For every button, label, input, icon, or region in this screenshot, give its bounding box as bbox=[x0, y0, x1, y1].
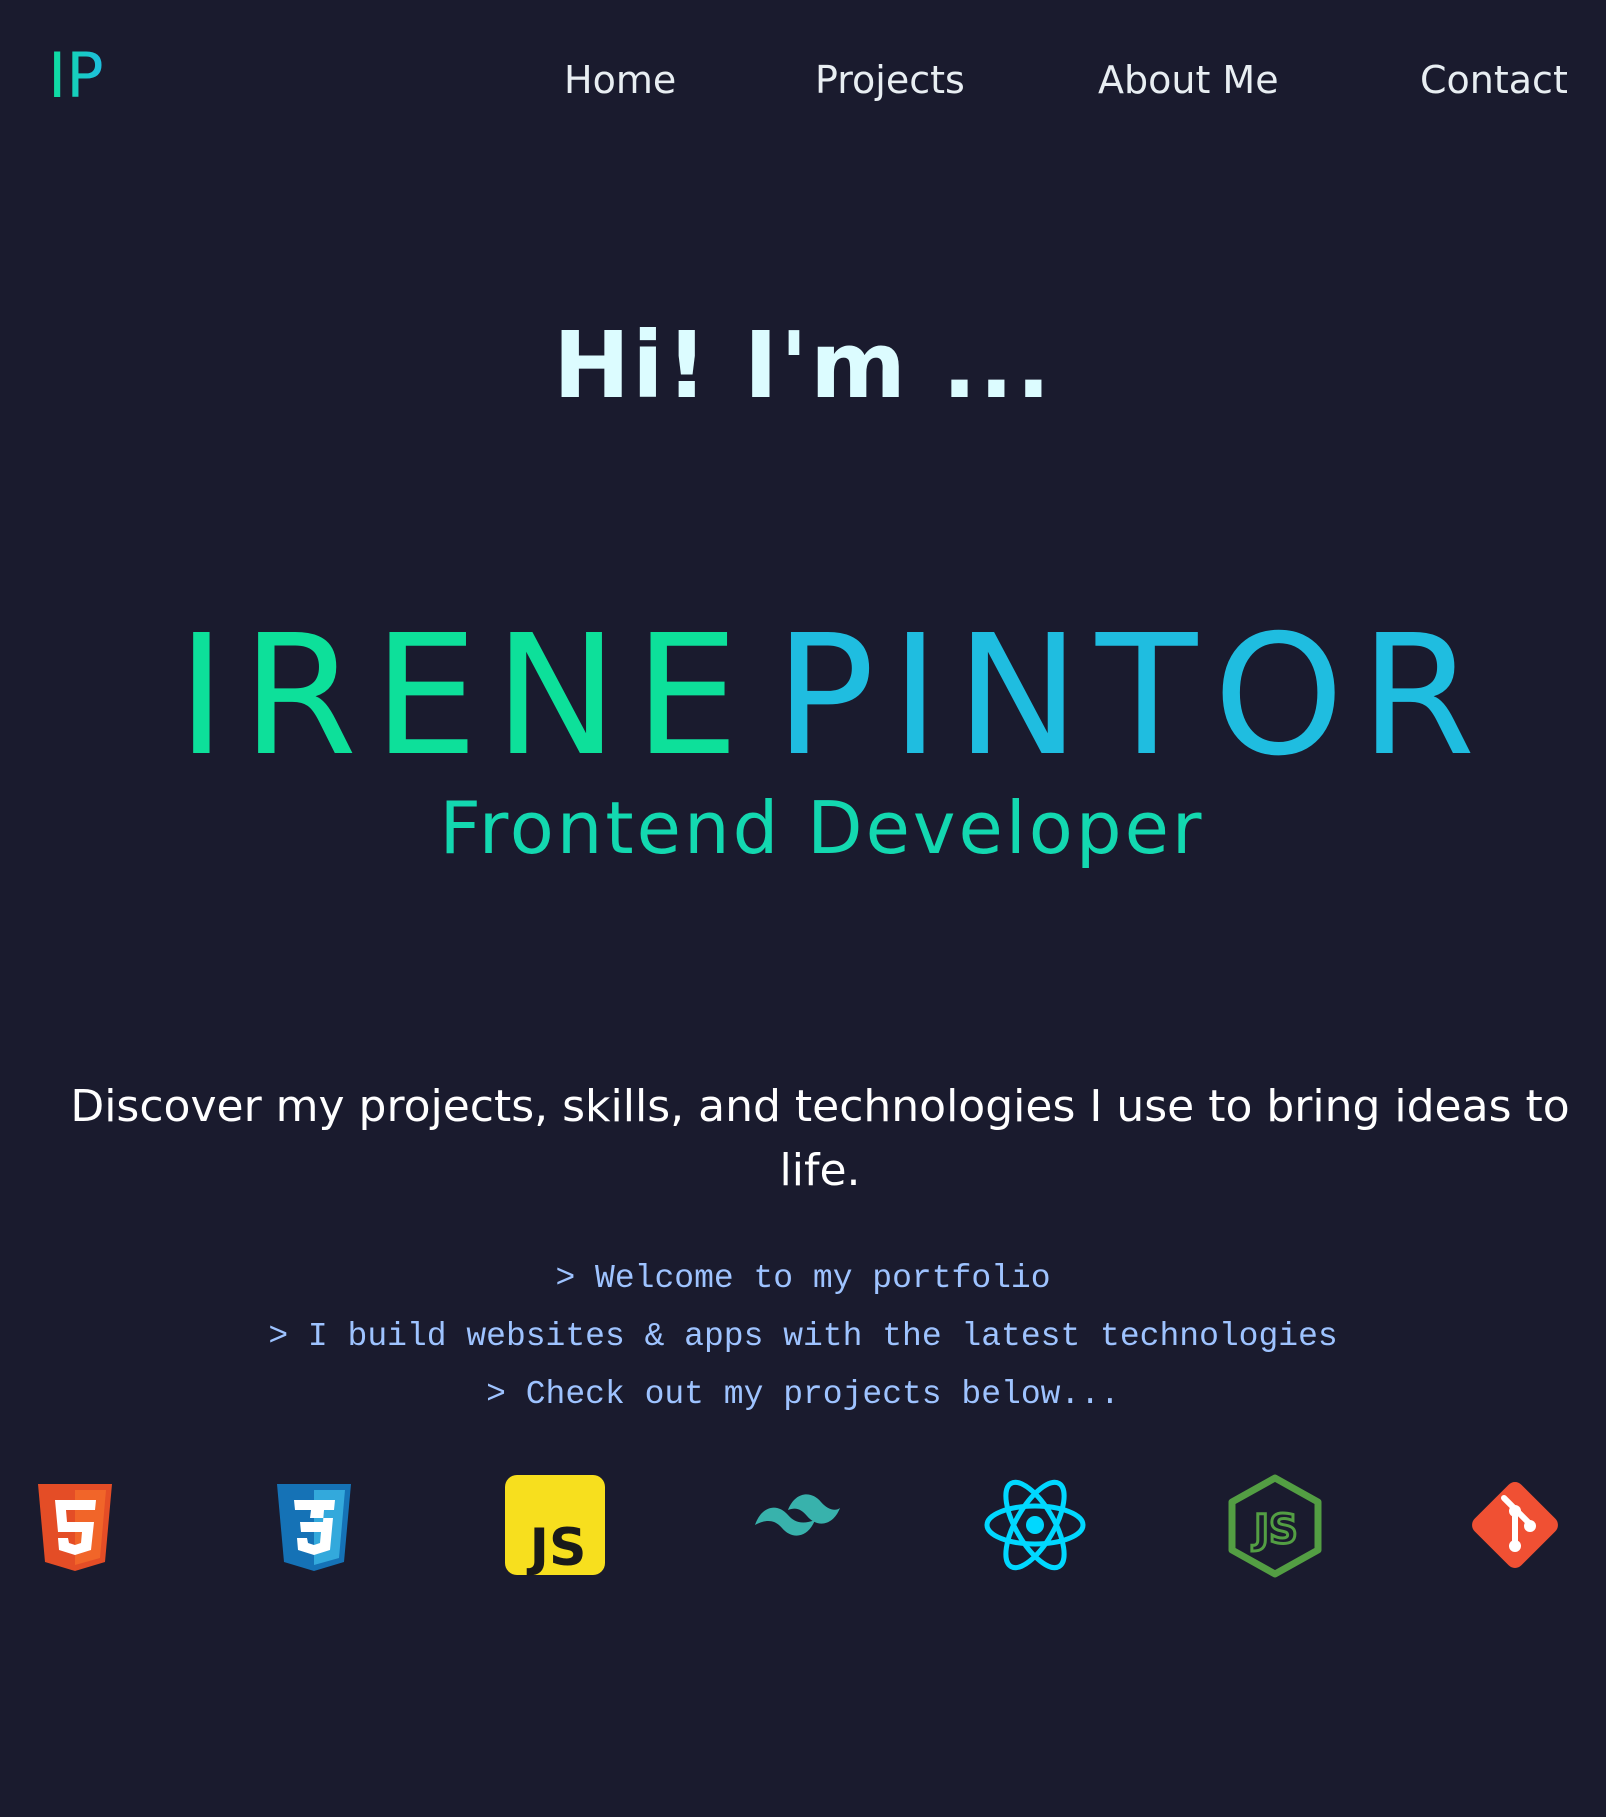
nav-contact-link[interactable]: Contact bbox=[1420, 40, 1568, 120]
nav-home-link[interactable]: Home bbox=[564, 40, 676, 120]
hero-tagline: Discover my projects, skills, and techno… bbox=[70, 1081, 1570, 1196]
git-icon bbox=[1460, 1470, 1570, 1580]
hero-first-name: IRENE bbox=[177, 610, 755, 793]
terminal-line: > Welcome to my portfolio bbox=[555, 1260, 1051, 1297]
nodejs-icon-label: JS bbox=[1251, 1507, 1298, 1553]
tailwind-icon bbox=[740, 1470, 850, 1580]
javascript-icon-label: JS bbox=[527, 1518, 587, 1578]
hero-last-name: PINTOR bbox=[775, 610, 1492, 793]
nav-projects-link[interactable]: Projects bbox=[815, 40, 965, 120]
html5-icon bbox=[20, 1470, 130, 1580]
tech-stack: JS JS bbox=[0, 1470, 1606, 1580]
terminal-line: > I build websites & apps with the lates… bbox=[268, 1318, 1338, 1355]
terminal-line: > Check out my projects below... bbox=[486, 1376, 1120, 1413]
javascript-icon: JS bbox=[500, 1470, 610, 1580]
nodejs-icon: JS bbox=[1220, 1470, 1330, 1580]
css3-icon bbox=[259, 1470, 369, 1580]
hero-greeting: Hi! I'm ... bbox=[553, 312, 1053, 419]
main-nav: Home Projects About Me Contact bbox=[0, 40, 1606, 120]
hero-role: Frontend Developer bbox=[440, 786, 1205, 870]
nav-about-link[interactable]: About Me bbox=[1098, 40, 1279, 120]
terminal-intro: > Welcome to my portfolio > I build webs… bbox=[0, 1250, 1606, 1424]
react-icon bbox=[980, 1470, 1090, 1580]
hero-name-wordmark: IRENE PINTOR Frontend Developer bbox=[0, 610, 1606, 890]
